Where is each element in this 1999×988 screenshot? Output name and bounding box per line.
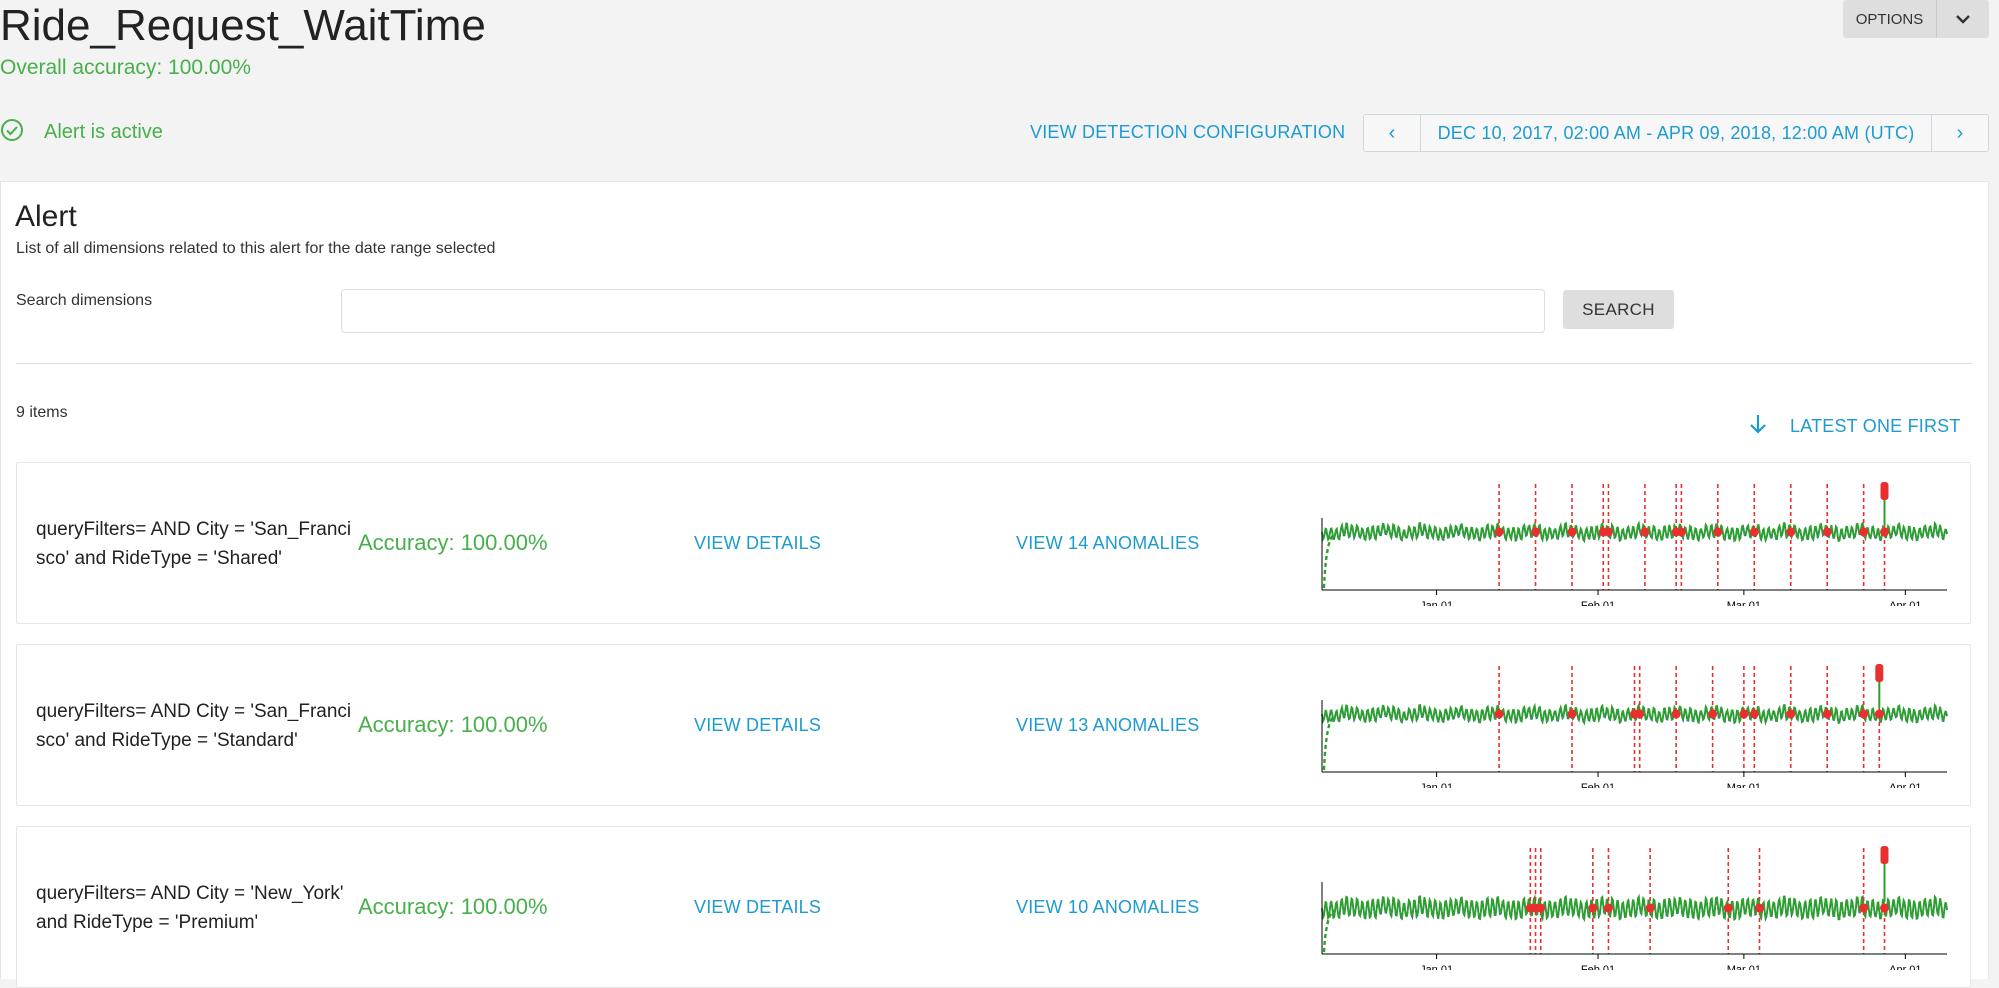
dimension-card: queryFilters= AND City = 'San_Francisco'… (16, 644, 1971, 806)
section-divider (16, 363, 1972, 364)
options-button[interactable]: OPTIONS (1843, 0, 1989, 38)
x-tick-label: Apr 01 (1889, 964, 1921, 970)
anomaly-point (1859, 904, 1868, 913)
anomaly-point (1646, 904, 1655, 913)
dimension-card: queryFilters= AND City = 'San_Francisco'… (16, 462, 1971, 624)
alert-status: Alert is active (0, 118, 163, 147)
anomaly-point (1604, 904, 1613, 913)
items-count: 9 items (16, 404, 68, 422)
card-accuracy: Accuracy: 100.00% (358, 894, 548, 920)
anomaly-point (1568, 528, 1577, 537)
x-tick-label: Feb 01 (1581, 782, 1615, 788)
anomaly-spike (1881, 482, 1889, 500)
x-tick-label: Apr 01 (1889, 600, 1921, 606)
x-tick-label: Mar 01 (1727, 964, 1761, 970)
x-tick-label: Apr 01 (1889, 782, 1921, 788)
chevron-down-icon[interactable] (1937, 0, 1989, 38)
card-accuracy: Accuracy: 100.00% (358, 712, 548, 738)
x-tick-label: Feb 01 (1581, 600, 1615, 606)
chart-series-current (1322, 523, 1947, 541)
arrow-down-icon[interactable] (1748, 413, 1768, 440)
anomaly-chart[interactable]: Jan 01 Feb 01 Mar 01 Apr 01 (1320, 842, 1950, 970)
anomaly-point (1672, 710, 1681, 719)
view-anomalies-link[interactable]: VIEW 13 ANOMALIES (1016, 715, 1199, 736)
card-accuracy: Accuracy: 100.00% (358, 530, 548, 556)
anomaly-point (1604, 528, 1613, 537)
anomaly-point (1640, 528, 1649, 537)
x-tick-label: Mar 01 (1727, 600, 1761, 606)
chart-warmup-line (1324, 534, 1334, 588)
anomaly-point (1713, 528, 1722, 537)
query-filter-text: queryFilters= AND City = 'San_Francisco'… (36, 515, 356, 573)
check-circle-icon (0, 118, 24, 147)
anomaly-point (1677, 528, 1686, 537)
anomaly-spike (1881, 846, 1889, 864)
anomaly-point (1823, 710, 1832, 719)
query-filter-text: queryFilters= AND City = 'San_Francisco'… (36, 697, 356, 755)
x-tick-label: Mar 01 (1727, 782, 1761, 788)
search-dimensions-input[interactable] (341, 289, 1545, 333)
anomaly-point (1786, 710, 1795, 719)
view-details-link[interactable]: VIEW DETAILS (694, 897, 821, 918)
anomaly-point (1880, 528, 1889, 537)
anomaly-point (1536, 904, 1545, 913)
date-range-picker[interactable]: ‹ DEC 10, 2017, 02:00 AM - APR 09, 2018,… (1363, 114, 1989, 152)
date-range-text[interactable]: DEC 10, 2017, 02:00 AM - APR 09, 2018, 1… (1421, 115, 1931, 151)
anomaly-point (1880, 904, 1889, 913)
alert-heading: Alert (15, 200, 77, 234)
x-tick-label: Jan 01 (1420, 600, 1453, 606)
sort-toggle[interactable]: LATEST ONE FIRST (1748, 413, 1961, 440)
x-tick-label: Jan 01 (1420, 964, 1453, 970)
anomaly-point (1859, 710, 1868, 719)
anomaly-point (1750, 528, 1759, 537)
chart-warmup-line (1324, 716, 1334, 770)
options-label[interactable]: OPTIONS (1843, 0, 1936, 38)
view-details-link[interactable]: VIEW DETAILS (694, 715, 821, 736)
view-detection-configuration-link[interactable]: VIEW DETECTION CONFIGURATION (1030, 122, 1345, 143)
anomaly-point (1823, 528, 1832, 537)
sort-label[interactable]: LATEST ONE FIRST (1790, 416, 1961, 437)
anomaly-chart[interactable]: Jan 01 Feb 01 Mar 01 Apr 01 (1320, 660, 1950, 788)
anomaly-point (1531, 528, 1540, 537)
anomaly-point (1588, 904, 1597, 913)
view-details-link[interactable]: VIEW DETAILS (694, 533, 821, 554)
overall-accuracy: Overall accuracy: 100.00% (0, 56, 251, 80)
anomaly-point (1859, 528, 1868, 537)
next-range-button[interactable]: › (1932, 115, 1988, 151)
x-tick-label: Jan 01 (1420, 782, 1453, 788)
dimension-card: queryFilters= AND City = 'New_York' and … (16, 826, 1971, 988)
alert-subheading: List of all dimensions related to this a… (16, 240, 495, 258)
anomaly-point (1568, 710, 1577, 719)
anomaly-point (1875, 710, 1884, 719)
anomaly-point (1635, 710, 1644, 719)
search-dimensions-label: Search dimensions (16, 292, 152, 310)
x-tick-label: Feb 01 (1581, 964, 1615, 970)
anomaly-point (1750, 710, 1759, 719)
query-filter-text: queryFilters= AND City = 'New_York' and … (36, 879, 356, 937)
anomaly-point (1495, 528, 1504, 537)
prev-range-button[interactable]: ‹ (1364, 115, 1420, 151)
anomaly-chart[interactable]: Jan 01 Feb 01 Mar 01 Apr 01 (1320, 478, 1950, 606)
alert-status-text: Alert is active (44, 121, 163, 144)
anomaly-point (1755, 904, 1764, 913)
anomaly-point (1739, 710, 1748, 719)
view-anomalies-link[interactable]: VIEW 14 ANOMALIES (1016, 533, 1199, 554)
anomaly-point (1708, 710, 1717, 719)
anomaly-point (1724, 904, 1733, 913)
anomaly-spike (1875, 664, 1883, 682)
chart-series-current (1322, 896, 1947, 919)
anomaly-point (1786, 528, 1795, 537)
anomaly-point (1495, 710, 1504, 719)
view-anomalies-link[interactable]: VIEW 10 ANOMALIES (1016, 897, 1199, 918)
page-title: Ride_Request_WaitTime (0, 0, 486, 52)
search-button[interactable]: SEARCH (1563, 290, 1674, 329)
